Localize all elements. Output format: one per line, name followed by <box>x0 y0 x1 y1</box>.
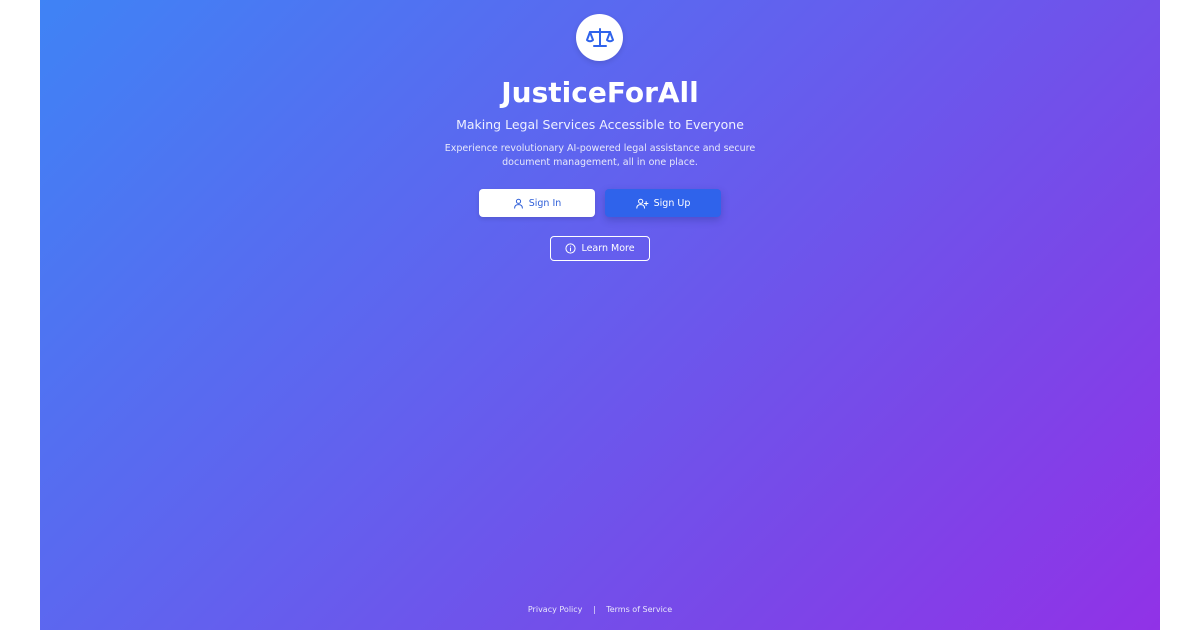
privacy-policy-link[interactable]: Privacy Policy <box>528 604 583 616</box>
description: Experience revolutionary AI-powered lega… <box>444 143 756 168</box>
scale-icon <box>585 27 614 49</box>
info-icon <box>565 243 577 254</box>
landing-page: JusticeForAll Making Legal Services Acce… <box>40 0 1160 630</box>
sign-up-label: Sign Up <box>653 197 691 209</box>
footer-separator: | <box>592 605 596 614</box>
logo <box>576 14 623 61</box>
app-title: JusticeForAll <box>501 76 699 109</box>
terms-of-service-link[interactable]: Terms of Service <box>606 604 672 616</box>
user-plus-icon <box>635 198 649 209</box>
sign-in-button[interactable]: Sign In <box>479 189 595 217</box>
learn-more-label: Learn More <box>581 243 635 254</box>
user-icon <box>513 198 524 209</box>
tagline: Making Legal Services Accessible to Ever… <box>456 117 744 132</box>
footer: Privacy Policy | Terms of Service <box>40 604 1160 616</box>
sign-in-label: Sign In <box>528 197 562 209</box>
learn-more-button[interactable]: Learn More <box>550 236 650 261</box>
sign-up-button[interactable]: Sign Up <box>605 189 721 217</box>
